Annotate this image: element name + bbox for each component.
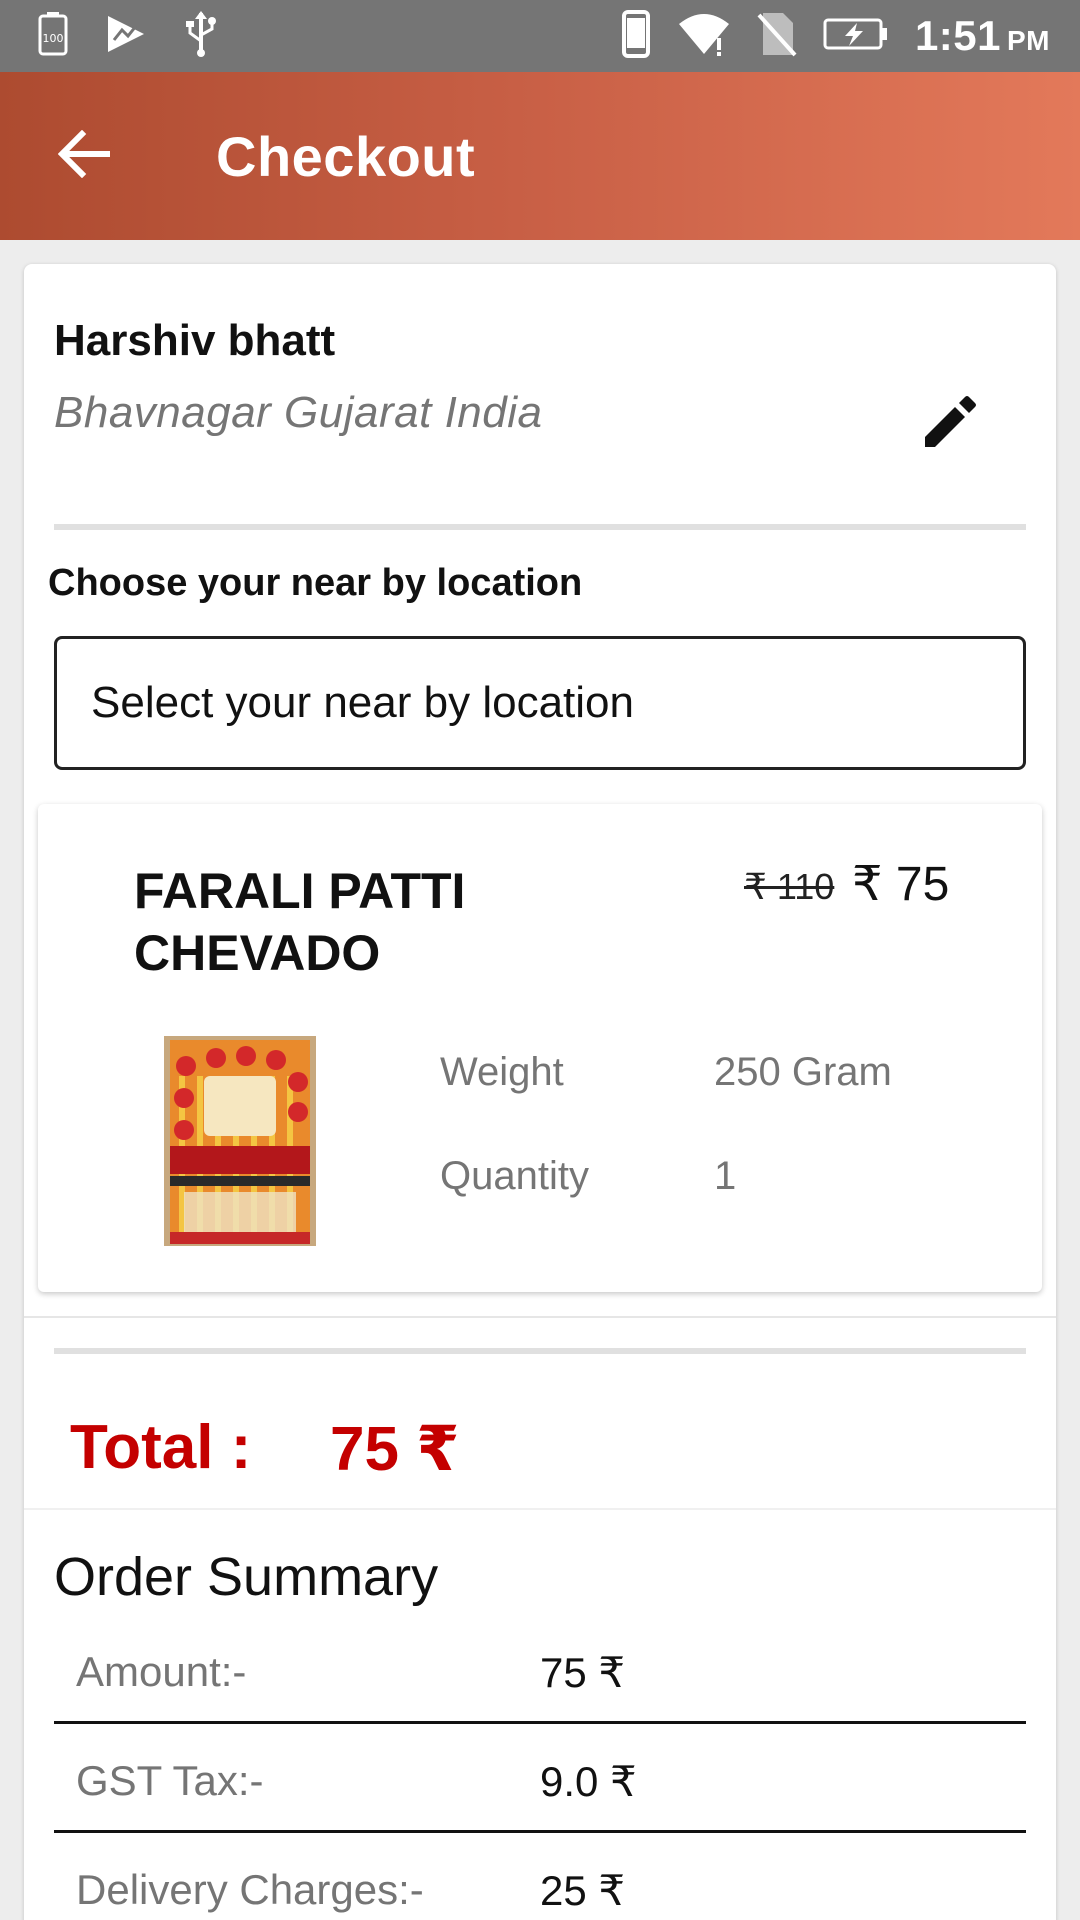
product-price: ₹ 75 — [852, 858, 950, 911]
user-name: Harshiv bhatt — [54, 316, 336, 365]
product-card: FARALI PATTI CHEVADO ₹ 110 ₹ 75 Weight 2… — [38, 804, 1042, 1292]
summary-value: 75 ₹ — [540, 1649, 626, 1696]
edit-pencil-icon — [921, 393, 979, 456]
edit-address-button[interactable] — [914, 388, 986, 460]
no-sim-icon — [757, 11, 797, 62]
checkout-card: Harshiv bhatt Bhavnagar Gujarat India Ch… — [24, 264, 1056, 1920]
divider — [54, 524, 1026, 530]
svg-text:100: 100 — [43, 32, 64, 45]
summary-label: Delivery Charges:- — [76, 1866, 424, 1913]
summary-row-gst: GST Tax:- 9.0 ₹ — [54, 1725, 1026, 1833]
total-value: 75 ₹ — [330, 1415, 460, 1484]
section-separator — [24, 1316, 1056, 1318]
location-label: Choose your near by location — [48, 562, 583, 604]
summary-label: Amount:- — [76, 1648, 247, 1695]
order-summary-title: Order Summary — [54, 1547, 439, 1607]
phone-icon — [621, 9, 651, 63]
arrow-back-icon — [57, 129, 111, 183]
summary-value: 9.0 ₹ — [540, 1758, 637, 1805]
location-select-placeholder: Select your near by location — [91, 678, 634, 727]
user-address: Bhavnagar Gujarat India — [54, 388, 543, 437]
clock-time: 1:51 — [914, 12, 1001, 59]
weight-value: 250 Gram — [714, 1050, 892, 1094]
battery-full-icon: 100 — [38, 11, 68, 61]
total-label: Total : — [70, 1413, 252, 1482]
wifi-icon — [677, 12, 731, 61]
summary-row-amount: Amount:- 75 ₹ — [54, 1616, 1026, 1724]
divider — [54, 1348, 1026, 1354]
battery-charging-icon — [823, 17, 889, 56]
status-bar: 100 1:51 PM — [0, 0, 1080, 72]
summary-row-delivery: Delivery Charges:- 25 ₹ — [54, 1834, 1026, 1920]
product-image — [164, 1036, 316, 1246]
back-button[interactable] — [48, 120, 120, 192]
location-select[interactable]: Select your near by location — [54, 636, 1026, 770]
page-title: Checkout — [216, 125, 476, 188]
play-store-icon — [104, 14, 148, 59]
app-bar: Checkout — [0, 72, 1080, 240]
clock-ampm: PM — [1007, 25, 1050, 56]
quantity-value: 1 — [714, 1154, 737, 1198]
summary-label: GST Tax:- — [76, 1757, 264, 1804]
quantity-label: Quantity — [440, 1154, 589, 1198]
product-old-price: ₹ 110 — [744, 866, 835, 907]
usb-icon — [184, 10, 218, 62]
product-name: FARALI PATTI CHEVADO — [134, 863, 466, 981]
weight-label: Weight — [440, 1050, 564, 1094]
section-separator — [24, 1508, 1056, 1510]
summary-value: 25 ₹ — [540, 1867, 626, 1914]
clock: 1:51 PM — [915, 12, 1050, 60]
